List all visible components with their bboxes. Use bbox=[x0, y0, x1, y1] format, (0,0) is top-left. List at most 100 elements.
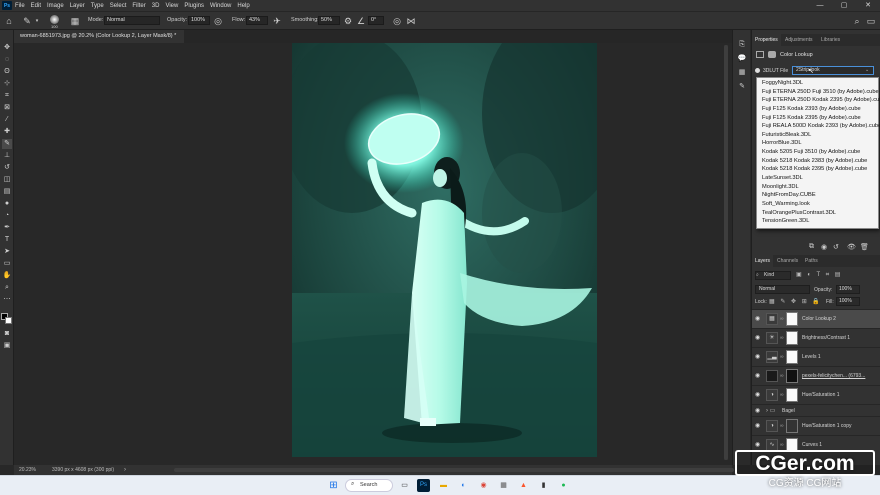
tab-properties[interactable]: Properties bbox=[752, 34, 781, 46]
tab-adjustments[interactable]: Adjustments bbox=[782, 34, 816, 46]
search-icon[interactable]: ⌕ bbox=[852, 16, 862, 26]
comments-icon[interactable]: 💬 bbox=[737, 54, 747, 64]
hand-tool-icon[interactable]: ✋ bbox=[2, 271, 12, 281]
history-brush-icon[interactable]: ↺ bbox=[2, 163, 12, 173]
menu-edit[interactable]: Edit bbox=[31, 3, 41, 9]
lut-option[interactable]: FoggyNight.3DL bbox=[757, 79, 878, 88]
history-panel-icon[interactable]: ⎘ bbox=[737, 40, 747, 50]
layer-opacity-field[interactable]: 100% bbox=[836, 285, 860, 294]
app-icon[interactable]: ▦ bbox=[497, 479, 510, 492]
quick-mask-icon[interactable]: ◙ bbox=[2, 329, 12, 339]
home-icon[interactable]: ⌂ bbox=[4, 16, 14, 26]
visibility-icon[interactable]: 👁 bbox=[847, 243, 856, 251]
blur-tool-icon[interactable]: ● bbox=[2, 199, 12, 209]
layer-row[interactable]: ◉ ☀ ∞ Brightness/Contrast 1 bbox=[752, 328, 880, 347]
mask-icon[interactable] bbox=[768, 51, 776, 58]
layer-row[interactable]: ◉ ◑ ∞ Hue/Saturation 1 copy bbox=[752, 416, 880, 435]
airbrush-icon[interactable]: ✈ bbox=[272, 16, 282, 26]
path-select-icon[interactable]: ➤ bbox=[2, 247, 12, 257]
eye-icon[interactable]: ◉ bbox=[755, 354, 761, 360]
lut-option[interactable]: TensionGreen.3DL bbox=[757, 217, 878, 226]
layer-row[interactable]: ◉ ▁▃ ∞ Levels 1 bbox=[752, 347, 880, 366]
lut-option[interactable]: Kodak 5205 Fuji 3510 (by Adobe).cube bbox=[757, 148, 878, 157]
brush-panel-icon[interactable]: ✎ bbox=[737, 82, 747, 92]
tab-layers[interactable]: Layers bbox=[752, 255, 774, 267]
menu-window[interactable]: Window bbox=[210, 3, 231, 9]
more-tools-icon[interactable]: ⋯ bbox=[2, 295, 12, 305]
delete-icon[interactable]: 🗑 bbox=[860, 243, 869, 251]
menu-layer[interactable]: Layer bbox=[70, 3, 85, 9]
healing-tool-icon[interactable]: ✚ bbox=[2, 127, 12, 137]
clip-to-layer-icon[interactable]: ⧉ bbox=[809, 243, 814, 251]
gear-icon[interactable]: ⚙ bbox=[343, 16, 353, 26]
chrome-browser-icon[interactable]: ◉ bbox=[477, 479, 490, 492]
close-window-button[interactable]: ✕ bbox=[856, 0, 880, 11]
horizontal-scrollbar[interactable] bbox=[174, 468, 734, 472]
opacity-field[interactable]: 100% bbox=[188, 16, 210, 25]
terminal-icon[interactable]: ▮ bbox=[537, 479, 550, 492]
eye-icon[interactable]: ◉ bbox=[755, 392, 761, 398]
tab-paths[interactable]: Paths bbox=[802, 255, 821, 267]
lut-option[interactable]: NightFromDay.CUBE bbox=[757, 191, 878, 200]
lock-icons[interactable]: ▦ ✎ ✥ ⊞ 🔒 bbox=[769, 298, 822, 305]
eye-icon[interactable]: ◉ bbox=[755, 423, 761, 429]
lut-option[interactable]: Soft_Warming.look bbox=[757, 200, 878, 209]
lut-option[interactable]: Moonlight.3DL bbox=[757, 183, 878, 192]
edge-browser-icon[interactable]: ◐ bbox=[457, 479, 470, 492]
menu-3d[interactable]: 3D bbox=[152, 3, 160, 9]
layer-row[interactable]: ◉ ◑ ∞ Hue/Saturation 1 bbox=[752, 385, 880, 404]
document-image[interactable] bbox=[292, 43, 597, 457]
symmetry-icon[interactable]: ⋈ bbox=[406, 16, 416, 26]
background-color-swatch[interactable] bbox=[5, 317, 12, 324]
layer-mask-thumbnail[interactable] bbox=[786, 369, 798, 383]
folder-icon[interactable]: › ▭ bbox=[766, 407, 775, 414]
frame-tool-icon[interactable]: ⊠ bbox=[2, 103, 12, 113]
menu-help[interactable]: Help bbox=[237, 3, 249, 9]
lut-option[interactable]: Fuji REALA 500D Kodak 2393 (by Adobe).cu… bbox=[757, 122, 880, 131]
lut-option[interactable]: HorrorBlue.3DL bbox=[757, 139, 878, 148]
tab-channels[interactable]: Channels bbox=[774, 255, 801, 267]
dodge-tool-icon[interactable]: ◔ bbox=[2, 211, 12, 221]
smoothing-field[interactable]: 50% bbox=[318, 16, 340, 25]
lut-option[interactable]: Fuji F125 Kodak 2393 (by Adobe).cube bbox=[757, 105, 878, 114]
file-explorer-icon[interactable]: ▬ bbox=[437, 479, 450, 492]
layer-mask-thumbnail[interactable] bbox=[786, 331, 798, 345]
eye-icon[interactable]: ◉ bbox=[755, 335, 761, 341]
vertical-scroll-thumb[interactable] bbox=[724, 45, 728, 460]
brush-preset-icon[interactable] bbox=[50, 15, 59, 24]
type-tool-icon[interactable]: T bbox=[2, 235, 12, 245]
lut-file-radio[interactable] bbox=[755, 68, 760, 73]
swatches-icon[interactable]: ▦ bbox=[737, 68, 747, 78]
lut-option[interactable]: TealOrangePlusContrast.3DL bbox=[757, 209, 878, 218]
reset-icon[interactable]: ↺ bbox=[833, 243, 839, 251]
vertical-scrollbar[interactable] bbox=[724, 45, 728, 460]
stamp-tool-icon[interactable]: ⊥ bbox=[2, 151, 12, 161]
chevron-down-icon[interactable]: ⌄ bbox=[865, 67, 869, 73]
pen-tool-icon[interactable]: ✒ bbox=[2, 223, 12, 233]
spotify-icon[interactable]: ● bbox=[557, 479, 570, 492]
layer-mask-thumbnail[interactable] bbox=[786, 388, 798, 402]
menu-view[interactable]: View bbox=[165, 3, 178, 9]
layer-row[interactable]: ◉ ∞ pexels-felicitychen... (6793... bbox=[752, 366, 880, 385]
eraser-tool-icon[interactable]: ◫ bbox=[2, 175, 12, 185]
fill-field[interactable]: 100% bbox=[836, 297, 860, 306]
lut-option[interactable]: Kodak 5218 Kodak 2383 (by Adobe).cube bbox=[757, 157, 878, 166]
eye-icon[interactable]: ◉ bbox=[755, 373, 761, 379]
eye-icon[interactable]: ◉ bbox=[755, 442, 761, 448]
pressure-size-icon[interactable]: ◎ bbox=[392, 16, 402, 26]
workspace-icon[interactable]: ▭ bbox=[866, 16, 876, 26]
filter-type-icons[interactable]: ▣ ◐ T ⌗ ▤ bbox=[796, 271, 842, 279]
brush-settings-icon[interactable]: ▦ bbox=[70, 16, 80, 26]
crop-tool-icon[interactable]: ⌗ bbox=[2, 91, 12, 101]
flow-field[interactable]: 43% bbox=[246, 16, 268, 25]
tab-libraries[interactable]: Libraries bbox=[818, 34, 843, 46]
layer-mask-thumbnail[interactable] bbox=[786, 350, 798, 364]
marquee-tool-icon[interactable]: ◌ bbox=[2, 55, 12, 65]
eye-icon[interactable]: ◉ bbox=[755, 408, 761, 414]
zoom-level[interactable]: 20.23% bbox=[19, 465, 36, 475]
view-previous-icon[interactable]: ◉ bbox=[821, 243, 827, 251]
layer-row[interactable]: ◉ ▦ ∞ Color Lookup 2 bbox=[752, 309, 880, 328]
mode-select[interactable]: Normal bbox=[104, 16, 160, 25]
lasso-tool-icon[interactable]: ʘ bbox=[2, 67, 12, 77]
menu-file[interactable]: File bbox=[15, 3, 25, 9]
